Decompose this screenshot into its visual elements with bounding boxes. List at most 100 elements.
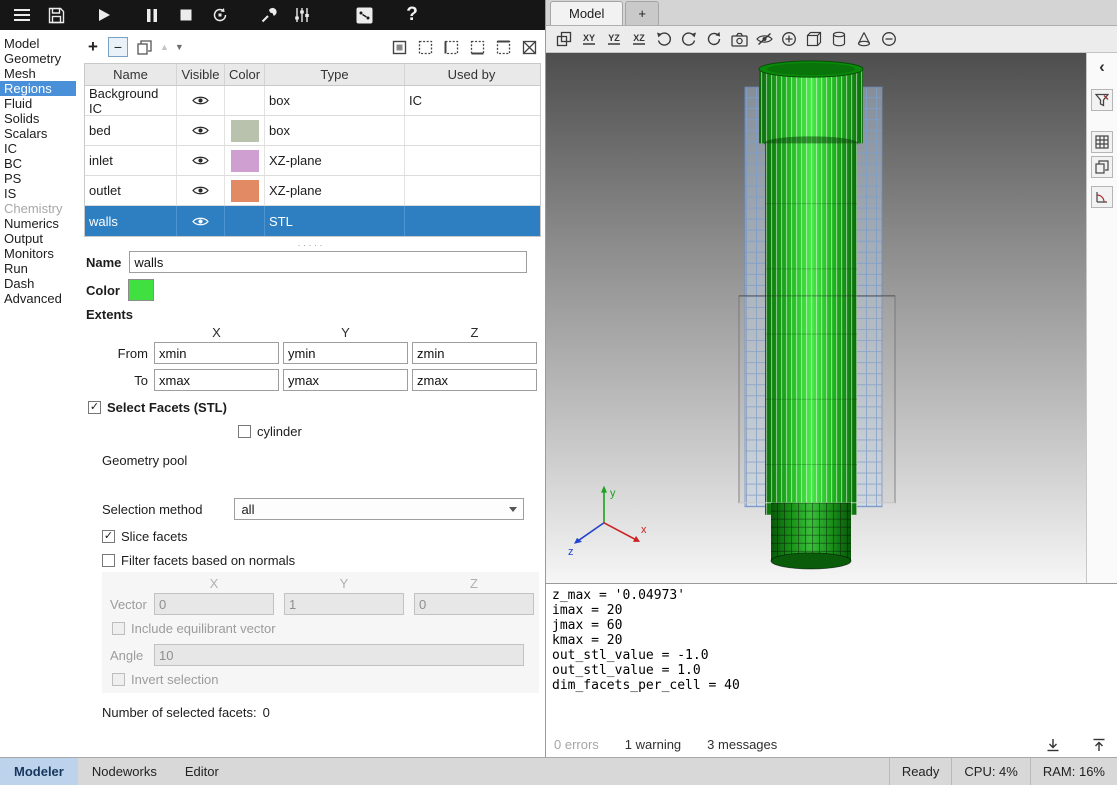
messages-count[interactable]: 3 messages (707, 737, 777, 752)
col-name[interactable]: Name (85, 64, 177, 85)
yz-view-button[interactable]: YZ (602, 28, 626, 51)
console-output[interactable]: z_max = '0.04973' imax = 20 jmax = 60 km… (546, 584, 1117, 732)
rotate-left-icon[interactable] (652, 28, 676, 51)
visibility-eye-icon[interactable] (192, 185, 209, 196)
collapse-panel-icon[interactable]: ‹ (1099, 59, 1105, 75)
table-row[interactable]: bed box (85, 116, 540, 146)
help-icon[interactable]: ? (396, 2, 428, 28)
table-row-selected[interactable]: walls STL (85, 206, 540, 236)
xy-view-button[interactable]: XY (577, 28, 601, 51)
run-icon[interactable] (88, 2, 120, 28)
visibility-eye-icon[interactable] (192, 216, 209, 227)
col-visible[interactable]: Visible (177, 64, 225, 85)
sidebar-item-mesh[interactable]: Mesh (0, 66, 76, 81)
warnings-count[interactable]: 1 warning (625, 737, 681, 752)
col-color[interactable]: Color (225, 64, 265, 85)
rotate-right-icon[interactable] (677, 28, 701, 51)
selection-method-dropdown[interactable]: all (234, 498, 524, 520)
sidebar-item-output[interactable]: Output (0, 231, 76, 246)
menu-icon[interactable] (6, 2, 38, 28)
reset-camera-icon[interactable] (702, 28, 726, 51)
region-preset-stl-icon[interactable] (519, 37, 539, 57)
remove-region-button[interactable]: − (108, 37, 128, 57)
sidebar-item-solids[interactable]: Solids (0, 111, 76, 126)
angle-measure-icon[interactable] (1091, 186, 1113, 208)
region-color-swatch[interactable] (231, 180, 259, 202)
save-icon[interactable] (40, 2, 72, 28)
to-x-input[interactable] (154, 369, 279, 391)
slice-facets-checkbox[interactable] (102, 530, 115, 543)
reset-view-icon[interactable] (552, 28, 576, 51)
filter-visibility-icon[interactable] (1091, 89, 1113, 111)
mode-tab-modeler[interactable]: Modeler (0, 758, 78, 785)
geometry-cone-icon[interactable] (852, 28, 876, 51)
geometry-box-icon[interactable] (802, 28, 826, 51)
errors-count[interactable]: 0 errors (554, 737, 599, 752)
from-y-input[interactable] (283, 342, 408, 364)
from-x-input[interactable] (154, 342, 279, 364)
sidebar-item-run[interactable]: Run (0, 261, 76, 276)
from-z-input[interactable] (412, 342, 537, 364)
region-preset-plane-icon[interactable] (415, 37, 435, 57)
region-color-swatch[interactable] (231, 120, 259, 142)
geometry-cylinder-icon[interactable] (827, 28, 851, 51)
region-preset-yplane-icon[interactable] (467, 37, 487, 57)
to-z-input[interactable] (412, 369, 537, 391)
cylinder-checkbox[interactable] (238, 425, 251, 438)
mode-tab-editor[interactable]: Editor (171, 758, 233, 785)
sidebar-item-numerics[interactable]: Numerics (0, 216, 76, 231)
remove-geometry-icon[interactable] (877, 28, 901, 51)
table-row[interactable]: Background IC box IC (85, 86, 540, 116)
region-color-swatch[interactable] (231, 150, 259, 172)
sidebar-item-geometry[interactable]: Geometry (0, 51, 76, 66)
to-y-input[interactable] (283, 369, 408, 391)
region-preset-box-icon[interactable] (389, 37, 409, 57)
xz-view-button[interactable]: XZ (627, 28, 651, 51)
duplicate-region-button[interactable] (134, 37, 154, 57)
sidebar-item-regions[interactable]: Regions (0, 81, 76, 96)
split-view-icon[interactable] (1091, 156, 1113, 178)
nodeworks-icon[interactable] (348, 2, 380, 28)
stop-icon[interactable] (170, 2, 202, 28)
region-color-swatch[interactable] (231, 90, 259, 112)
download-log-icon[interactable] (1043, 738, 1063, 752)
region-preset-xplane-icon[interactable] (441, 37, 461, 57)
viewport-3d-scene[interactable]: y x z (546, 53, 1086, 583)
filter-facets-checkbox[interactable] (102, 554, 115, 567)
sidebar-item-ic[interactable]: IC (0, 141, 76, 156)
tab-model[interactable]: Model (550, 1, 623, 25)
reset-icon[interactable] (204, 2, 236, 28)
sidebar-item-bc[interactable]: BC (0, 156, 76, 171)
sidebar-item-advanced[interactable]: Advanced (0, 291, 76, 306)
col-used-by[interactable]: Used by (405, 64, 538, 85)
screenshot-camera-icon[interactable] (727, 28, 751, 51)
move-region-down-button[interactable]: ▼ (175, 42, 184, 52)
col-type[interactable]: Type (265, 64, 405, 85)
settings-sliders-icon[interactable] (286, 2, 318, 28)
sidebar-item-is[interactable]: IS (0, 186, 76, 201)
region-color-swatch[interactable] (231, 210, 259, 232)
table-row[interactable]: outlet XZ-plane (85, 176, 540, 206)
scroll-to-top-icon[interactable] (1089, 738, 1109, 752)
visibility-eye-icon[interactable] (192, 95, 209, 106)
mesh-grid-icon[interactable] (1091, 131, 1113, 153)
pause-icon[interactable] (136, 2, 168, 28)
region-preset-zplane-icon[interactable] (493, 37, 513, 57)
move-region-up-button[interactable]: ▲ (160, 42, 169, 52)
sidebar-item-dash[interactable]: Dash (0, 276, 76, 291)
visibility-eye-icon[interactable] (192, 125, 209, 136)
sidebar-item-model[interactable]: Model (0, 36, 76, 51)
new-tab-button[interactable]: + (625, 1, 659, 25)
sidebar-item-monitors[interactable]: Monitors (0, 246, 76, 261)
visibility-toggle-icon[interactable] (752, 28, 776, 51)
splitter-handle[interactable]: ..... (84, 237, 539, 249)
build-wrench-icon[interactable] (252, 2, 284, 28)
mode-tab-nodeworks[interactable]: Nodeworks (78, 758, 171, 785)
visibility-eye-icon[interactable] (192, 155, 209, 166)
sidebar-item-scalars[interactable]: Scalars (0, 126, 76, 141)
sidebar-item-fluid[interactable]: Fluid (0, 96, 76, 111)
table-row[interactable]: inlet XZ-plane (85, 146, 540, 176)
region-name-input[interactable] (129, 251, 527, 273)
region-color-button[interactable] (128, 279, 154, 301)
select-facets-checkbox[interactable] (88, 401, 101, 414)
